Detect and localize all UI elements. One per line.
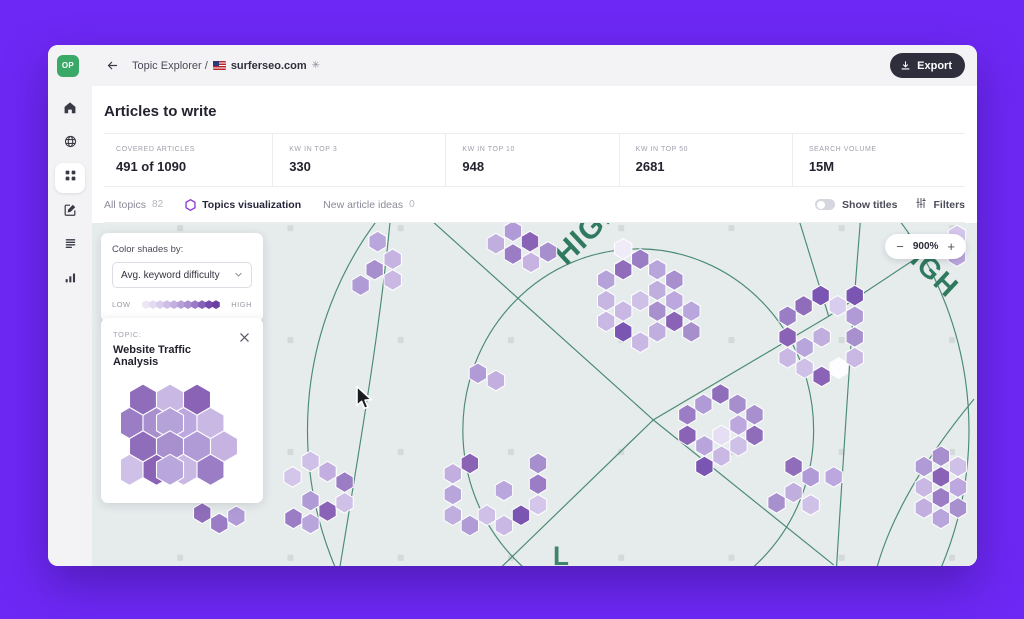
stat-value: 15M	[809, 159, 965, 174]
breadcrumb-root[interactable]: Topic Explorer /	[132, 60, 208, 72]
legend-gradient	[137, 299, 226, 310]
arrow-left-icon[interactable]	[103, 57, 121, 75]
sliders-icon	[915, 196, 927, 214]
zoom-control: − 900% +	[885, 234, 966, 259]
cluster-c6	[779, 285, 864, 387]
home-icon	[63, 101, 77, 120]
color-shades-panel: Color shades by: Avg. keyword difficulty…	[101, 233, 263, 322]
cluster-c4	[469, 363, 504, 391]
color-shades-title: Color shades by:	[112, 244, 252, 255]
stat-kw-top-10: KW IN TOP 10 948	[445, 134, 618, 186]
difficulty-legend: LOW	[112, 299, 252, 310]
zoom-out-button[interactable]: −	[896, 240, 904, 253]
download-icon	[900, 60, 911, 71]
stat-label: KW IN TOP 50	[636, 146, 792, 153]
sidebar-item-grid[interactable]	[55, 163, 85, 193]
hexagon-icon	[185, 199, 196, 211]
export-button[interactable]: Export	[890, 53, 965, 78]
bar-chart-icon	[64, 271, 77, 289]
filters-label: Filters	[933, 199, 965, 211]
stat-value: 330	[289, 159, 445, 174]
close-icon[interactable]	[237, 330, 251, 344]
sidebar	[48, 86, 92, 566]
stat-value: 491 of 1090	[116, 159, 272, 174]
breadcrumb-badge-icon: ✳	[312, 60, 320, 71]
globe-icon	[64, 135, 77, 153]
tab-label: All topics	[104, 199, 146, 211]
filters-button[interactable]: Filters	[915, 196, 965, 214]
breadcrumb: Topic Explorer / surferseo.com ✳	[132, 60, 320, 72]
topic-name: Website Traffic Analysis	[113, 344, 237, 368]
tab-new-article-ideas[interactable]: New article ideas 0	[323, 187, 415, 222]
zoom-in-button[interactable]: +	[947, 240, 955, 253]
stat-covered-articles: COVERED ARTICLES 491 of 1090	[104, 134, 272, 186]
tab-label: New article ideas	[323, 199, 403, 211]
page-title: Articles to write	[92, 86, 977, 133]
stat-label: SEARCH VOLUME	[809, 146, 965, 153]
toggle-switch[interactable]	[815, 199, 835, 210]
cluster-c8	[284, 451, 353, 534]
hexagon-clusters	[194, 223, 967, 536]
us-flag-icon	[213, 61, 226, 70]
axis-label-bottom: L	[553, 541, 569, 566]
sidebar-item-list[interactable]	[55, 231, 85, 261]
stats-row: COVERED ARTICLES 491 of 1090 KW IN TOP 3…	[104, 133, 965, 187]
tab-count: 82	[152, 199, 163, 210]
topic-boundaries	[307, 223, 974, 566]
top-bar: OP Topic Explorer / surferseo.com ✳ Expo…	[48, 45, 977, 86]
breadcrumb-domain[interactable]: surferseo.com	[231, 60, 307, 72]
cluster-c1	[352, 231, 401, 295]
grid-icon	[64, 169, 77, 187]
topic-text-block: TOPIC: Website Traffic Analysis	[113, 330, 237, 368]
list-lines-icon	[64, 237, 77, 255]
cluster-c9	[444, 453, 547, 536]
topic-hexagon-cluster	[113, 381, 251, 489]
stat-label: COVERED ARTICLES	[116, 146, 272, 153]
stat-label: KW IN TOP 10	[462, 146, 618, 153]
legend-high-label: HIGH	[231, 300, 252, 309]
topic-header: TOPIC: Website Traffic Analysis	[113, 330, 251, 368]
topics-visualization-canvas[interactable]: HIGH HIGH L	[92, 223, 977, 566]
export-button-label: Export	[917, 60, 952, 72]
stat-label: KW IN TOP 3	[289, 146, 445, 153]
show-titles-label: Show titles	[842, 199, 897, 211]
tabs-row: All topics 82 Topics visualization New a…	[104, 187, 965, 223]
stat-kw-top-50: KW IN TOP 50 2681	[619, 134, 792, 186]
tab-label: Topics visualization	[202, 199, 301, 211]
stat-kw-top-3: KW IN TOP 3 330	[272, 134, 445, 186]
sidebar-item-globe[interactable]	[55, 129, 85, 159]
avatar[interactable]: OP	[57, 55, 79, 77]
cluster-c2	[487, 223, 556, 273]
stat-value: 948	[462, 159, 618, 174]
show-titles-toggle[interactable]: Show titles	[815, 199, 897, 211]
topic-detail-panel: TOPIC: Website Traffic Analysis	[101, 318, 263, 503]
zoom-level-value: 900%	[913, 241, 939, 252]
legend-low-label: LOW	[112, 300, 131, 309]
tab-count: 0	[409, 199, 415, 210]
topic-kicker: TOPIC:	[113, 330, 237, 339]
tab-topics-visualization[interactable]: Topics visualization	[185, 187, 301, 222]
sidebar-item-analytics[interactable]	[55, 265, 85, 295]
stat-search-volume: SEARCH VOLUME 15M	[792, 134, 965, 186]
app-window: OP Topic Explorer / surferseo.com ✳ Expo…	[48, 45, 977, 566]
window-body: Articles to write COVERED ARTICLES 491 o…	[48, 86, 977, 566]
tab-all-topics[interactable]: All topics 82	[104, 187, 163, 222]
edit-document-icon	[63, 203, 77, 222]
color-shades-selected-value: Avg. keyword difficulty	[121, 270, 220, 281]
cluster-c11	[915, 446, 966, 529]
sidebar-item-home[interactable]	[55, 95, 85, 125]
sidebar-item-write[interactable]	[55, 197, 85, 227]
color-shades-select[interactable]: Avg. keyword difficulty	[112, 262, 252, 288]
cluster-c12	[194, 503, 245, 534]
stat-value: 2681	[636, 159, 792, 174]
chevron-down-icon	[234, 270, 243, 281]
main-content: Articles to write COVERED ARTICLES 491 o…	[92, 86, 977, 566]
